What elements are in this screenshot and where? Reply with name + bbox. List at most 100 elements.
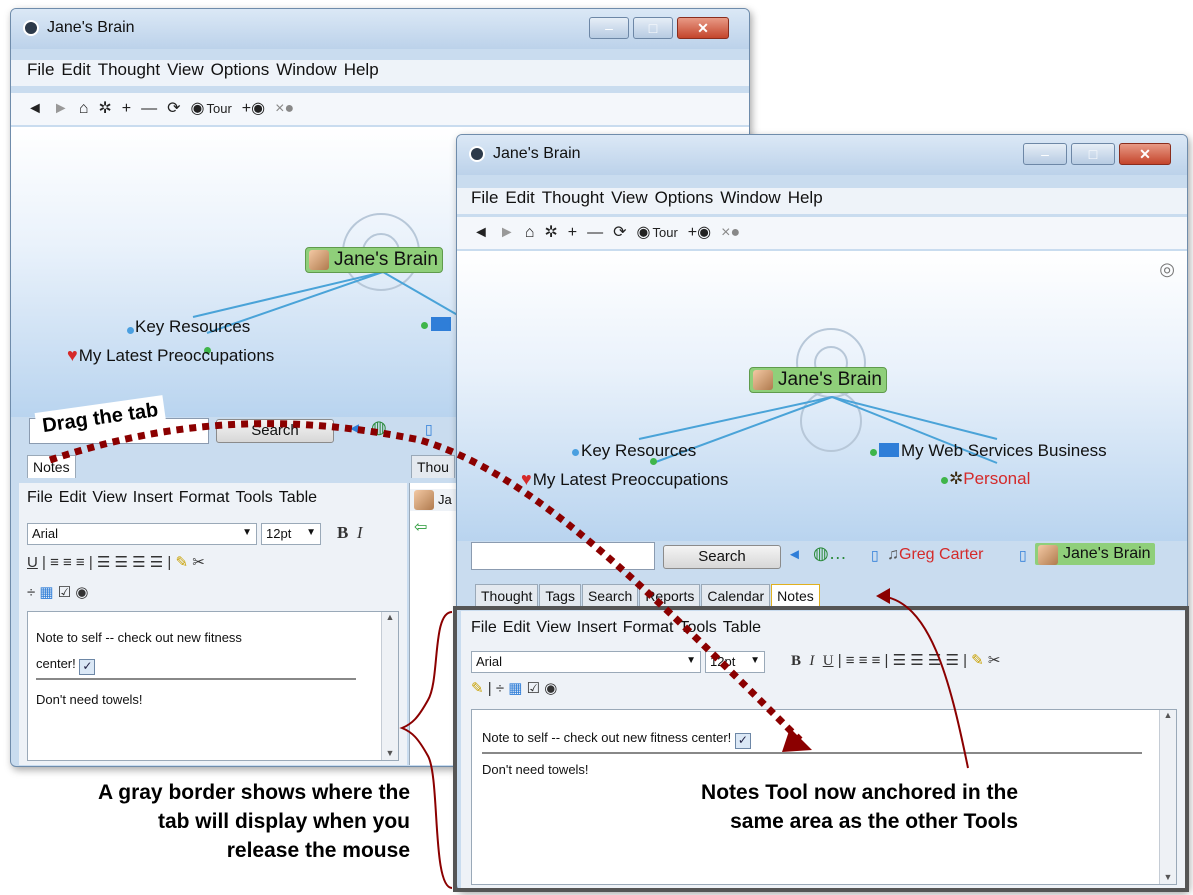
menu-thought[interactable]: Thought: [98, 60, 160, 80]
tab-calendar[interactable]: Calendar: [701, 584, 771, 607]
plus-icon[interactable]: +: [568, 217, 577, 249]
notes-menu-table[interactable]: Table: [279, 489, 317, 507]
home-icon[interactable]: ⌂: [79, 93, 89, 125]
back-arrow-icon[interactable]: ◄: [27, 93, 43, 125]
heart-icon: ♥: [67, 345, 78, 365]
forward-arrow-icon[interactable]: ►: [53, 93, 69, 125]
remove-brain-icon[interactable]: ×●: [721, 217, 740, 249]
tab-thought[interactable]: Thought: [475, 584, 539, 607]
front-central-thought[interactable]: Jane's Brain: [749, 367, 887, 393]
minimize-button[interactable]: –: [1023, 143, 1067, 165]
minus-icon[interactable]: —: [141, 93, 157, 125]
plus-icon[interactable]: +: [122, 93, 131, 125]
front-node-personal[interactable]: ✲Personal: [949, 469, 1030, 489]
forward-arrow-icon[interactable]: ►: [499, 217, 515, 249]
front-nav-arrow-icon[interactable]: ◄: [787, 546, 802, 563]
menu-options[interactable]: Options: [211, 60, 270, 80]
breadcrumb-greg-carter[interactable]: ♫Greg Carter: [887, 546, 983, 564]
front-search-button[interactable]: Search: [663, 545, 781, 569]
menu-view[interactable]: View: [611, 188, 648, 208]
menu-help[interactable]: Help: [788, 188, 823, 208]
layout-icon[interactable]: ✲: [544, 217, 557, 249]
front-node-latest-preoccupations[interactable]: ♥My Latest Preoccupations: [521, 469, 728, 490]
menu-thought[interactable]: Thought: [542, 188, 604, 208]
align-icons[interactable]: ≡ ≡ ≡: [50, 554, 85, 571]
back-nav-arrow-icon[interactable]: ◄: [347, 420, 362, 437]
menu-window[interactable]: Window: [720, 188, 780, 208]
hr-icon[interactable]: ÷: [27, 584, 35, 601]
node-label: Personal: [963, 469, 1031, 488]
back-node-latest-preoccupations[interactable]: ♥My Latest Preoccupations: [67, 345, 274, 366]
link-dot: [127, 327, 134, 334]
back-size-select[interactable]: 12pt ▼: [261, 523, 321, 545]
back-arrow-icon[interactable]: ◄: [473, 217, 489, 249]
bold-button[interactable]: B: [337, 523, 348, 542]
layout-icon[interactable]: ✲: [98, 93, 111, 125]
notes-menu-view[interactable]: View: [92, 489, 126, 507]
gray-border-callout: A gray border shows where the tab will d…: [8, 778, 410, 865]
notes-menu-tools[interactable]: Tools: [235, 489, 272, 507]
link-dot: [941, 477, 948, 484]
tour-button[interactable]: ◉ Tour: [637, 217, 678, 249]
back-tab-thought[interactable]: Thou: [411, 455, 455, 478]
tour-button[interactable]: ◉ Tour: [191, 93, 232, 125]
checkbox-icon[interactable]: ☑: [58, 584, 71, 601]
notes-menu-file[interactable]: File: [27, 489, 53, 507]
notes-menu-insert[interactable]: Insert: [133, 489, 173, 507]
menu-help[interactable]: Help: [344, 60, 379, 80]
highlight-icon[interactable]: ✎: [175, 554, 188, 571]
jane-avatar-icon: [414, 490, 434, 510]
front-node-key-resources[interactable]: Key Resources: [581, 441, 696, 461]
refresh-icon[interactable]: ⟳: [613, 217, 626, 249]
front-node-web-services[interactable]: My Web Services Business: [879, 441, 1107, 461]
globe-icon: ◍…: [813, 543, 847, 563]
menu-file[interactable]: File: [27, 60, 54, 80]
front-titlebar[interactable]: Jane's Brain – □ ✕: [457, 135, 1187, 175]
link-dot: [650, 458, 657, 465]
tab-search[interactable]: Search: [581, 584, 639, 607]
close-button[interactable]: ✕: [1119, 143, 1171, 165]
list-icons[interactable]: ☰ ☰ ☰ ☰: [97, 554, 163, 571]
back-tab-notes[interactable]: Notes: [27, 455, 76, 478]
menu-edit[interactable]: Edit: [61, 60, 90, 80]
menu-view[interactable]: View: [167, 60, 204, 80]
add-brain-icon[interactable]: +◉: [688, 217, 711, 249]
clear-format-icon[interactable]: ✂: [192, 554, 205, 571]
back-note-editor[interactable]: Note to self -- check out new fitness ce…: [27, 611, 399, 761]
maximize-button[interactable]: □: [633, 17, 673, 39]
menu-options[interactable]: Options: [655, 188, 714, 208]
note-checkbox[interactable]: ✓: [79, 659, 96, 675]
minimize-button[interactable]: –: [589, 17, 629, 39]
tab-notes[interactable]: Notes: [771, 584, 820, 607]
table-icon[interactable]: ▦: [39, 584, 53, 601]
minus-icon[interactable]: —: [587, 217, 603, 249]
note-divider: [36, 678, 356, 680]
back-node-key-resources[interactable]: Key Resources: [135, 317, 250, 337]
maximize-button[interactable]: □: [1071, 143, 1115, 165]
menu-window[interactable]: Window: [276, 60, 336, 80]
front-map-view[interactable]: ◎ Jane's Brain Key Resources ♥My Latest …: [457, 251, 1187, 541]
radio-icon[interactable]: ◉: [75, 584, 88, 601]
breadcrumb-janes-brain[interactable]: Jane's Brain: [1035, 543, 1155, 565]
tab-reports[interactable]: Reports: [639, 584, 701, 607]
menu-file[interactable]: File: [471, 188, 498, 208]
underline-button[interactable]: U: [27, 554, 38, 571]
tab-tags[interactable]: Tags: [539, 584, 581, 607]
notes-menu-format[interactable]: Format: [179, 489, 230, 507]
back-titlebar[interactable]: Jane's Brain – □ ✕: [11, 9, 749, 49]
back-search-button[interactable]: Search: [216, 419, 334, 443]
note-line: Note to self -- check out new fitness: [36, 630, 242, 645]
brain-app-icon: [23, 20, 39, 36]
back-font-select[interactable]: Arial ▼: [27, 523, 257, 545]
menu-edit[interactable]: Edit: [505, 188, 534, 208]
back-note-scrollbar[interactable]: ▲ ▼: [381, 612, 398, 760]
front-search-input[interactable]: [471, 542, 655, 570]
close-button[interactable]: ✕: [677, 17, 729, 39]
refresh-icon[interactable]: ⟳: [167, 93, 180, 125]
back-central-thought[interactable]: Jane's Brain: [305, 247, 443, 273]
remove-brain-icon[interactable]: ×●: [275, 93, 294, 125]
italic-button[interactable]: I: [357, 523, 363, 542]
home-icon[interactable]: ⌂: [525, 217, 535, 249]
add-brain-icon[interactable]: +◉: [242, 93, 265, 125]
notes-menu-edit[interactable]: Edit: [59, 489, 87, 507]
